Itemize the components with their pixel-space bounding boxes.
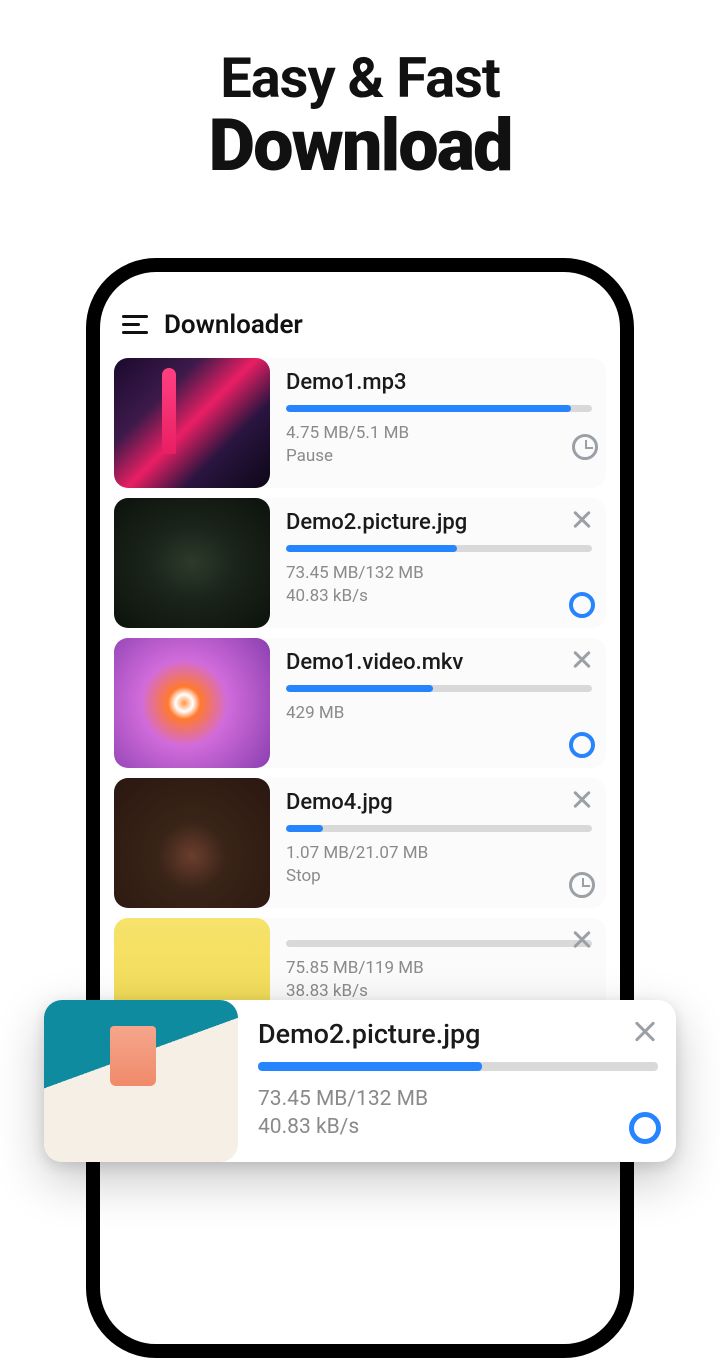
file-meta: 429 MB [286,702,592,725]
status-ring-icon[interactable] [569,732,595,758]
status-ring-icon[interactable] [569,592,595,618]
download-item[interactable]: Demo4.jpg 1.07 MB/21.07 MBStop [114,778,606,908]
file-meta: 4.75 MB/5.1 MBPause [286,422,592,468]
file-meta: 73.45 MB/132 MB 40.83 kB/s [258,1085,658,1142]
download-item[interactable]: Demo2.picture.jpg 73.45 MB/132 MB40.83 kB… [114,498,606,628]
app-header: Downloader [114,310,606,358]
file-size: 4.75 MB/5.1 MB [286,422,592,445]
file-meta: 1.07 MB/21.07 MBStop [286,842,592,888]
close-icon[interactable] [571,508,593,530]
file-name: Demo1.video.mkv [286,650,592,675]
thumbnail [44,1000,238,1162]
thumbnail [114,358,270,488]
download-item[interactable]: Demo1.mp3 4.75 MB/5.1 MBPause [114,358,606,488]
close-icon[interactable] [571,788,593,810]
download-item-highlight[interactable]: Demo2.picture.jpg 73.45 MB/132 MB 40.83 … [44,1000,676,1162]
file-meta: 75.85 MB/119 MB38.83 kB/s [286,957,592,1003]
clock-icon[interactable] [569,872,595,898]
progress-bar[interactable] [286,685,592,692]
download-list: Demo1.mp3 4.75 MB/5.1 MBPause Demo2.pictur… [114,358,606,1048]
file-name: Demo2.picture.jpg [258,1018,658,1050]
thumbnail [114,778,270,908]
app-title: Downloader [164,310,303,340]
hero-line-2: Download [0,103,720,188]
progress-bar[interactable] [286,405,592,412]
progress-bar[interactable] [286,545,592,552]
file-speed: 40.83 kB/s [258,1113,658,1141]
file-size: 75.85 MB/119 MB [286,957,592,980]
file-size: 73.45 MB/132 MB [286,562,592,585]
file-status: Pause [286,445,592,468]
progress-bar[interactable] [258,1062,658,1071]
close-icon[interactable] [632,1018,658,1044]
progress-bar[interactable] [286,940,592,947]
file-size: 73.45 MB/132 MB [258,1085,658,1113]
phone-mockup: Downloader Demo1.mp34.75 MB/5.1 MBPauseD… [86,258,634,1358]
menu-icon[interactable] [122,315,148,335]
close-icon[interactable] [571,648,593,670]
file-meta: 73.45 MB/132 MB40.83 kB/s [286,562,592,608]
file-name: Demo1.mp3 [286,370,592,395]
file-status: 40.83 kB/s [286,585,592,608]
hero-banner: Easy & Fast Download [0,0,720,188]
close-icon[interactable] [571,928,593,950]
download-item[interactable]: Demo1.video.mkv 429 MB [114,638,606,768]
hero-line-1: Easy & Fast [0,45,720,111]
clock-icon[interactable] [572,434,598,460]
file-status: Stop [286,865,592,888]
thumbnail [114,498,270,628]
status-ring-icon[interactable] [629,1112,661,1144]
file-name: Demo4.jpg [286,790,592,815]
file-size: 1.07 MB/21.07 MB [286,842,592,865]
progress-bar[interactable] [286,825,592,832]
file-size: 429 MB [286,702,592,725]
thumbnail [114,638,270,768]
file-name: Demo2.picture.jpg [286,510,592,535]
